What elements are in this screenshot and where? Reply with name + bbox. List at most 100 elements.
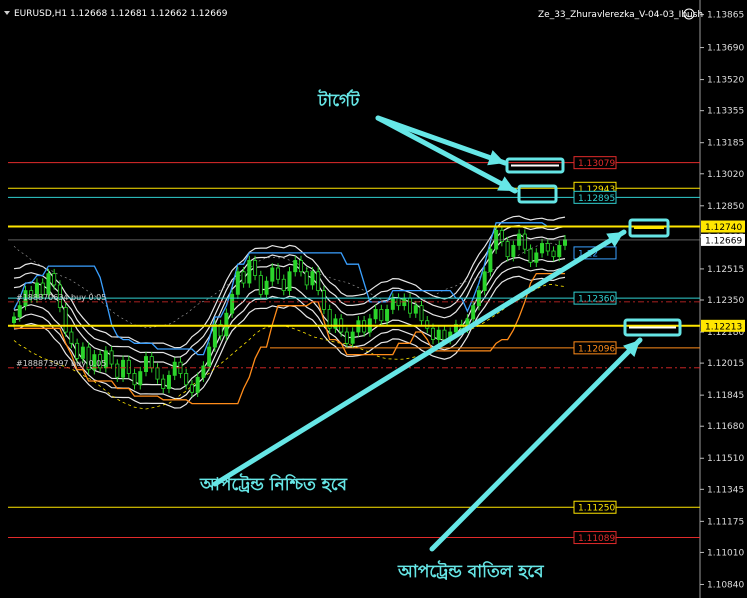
candle[interactable] — [144, 356, 149, 372]
candle[interactable] — [235, 271, 240, 295]
price-chart[interactable]: 1.13865 1.13690 1.13520 1.13355 1.13185 1.130… — [0, 0, 747, 598]
symbol-info: EURUSD,H1 1.12668 1.12681 1.12662 1.1266… — [14, 9, 228, 19]
candle[interactable] — [436, 329, 441, 340]
candle[interactable] — [419, 305, 424, 322]
candle[interactable] — [241, 271, 246, 284]
candle[interactable] — [557, 244, 562, 258]
candle[interactable] — [413, 305, 418, 314]
triangle-down-icon[interactable] — [4, 11, 10, 15]
candle[interactable] — [522, 233, 527, 250]
candle[interactable] — [63, 307, 68, 333]
candle[interactable] — [310, 271, 315, 286]
candle[interactable] — [488, 248, 493, 273]
candle[interactable] — [172, 361, 177, 376]
y-tick-label: 1.11175 — [707, 517, 744, 527]
candle[interactable] — [321, 290, 326, 310]
candle[interactable] — [385, 309, 390, 322]
candle[interactable] — [212, 324, 217, 348]
candle[interactable] — [304, 271, 309, 286]
candle[interactable] — [316, 271, 321, 291]
candle[interactable] — [69, 331, 74, 344]
y-tick-label: 1.11345 — [707, 485, 744, 495]
price-label: 1.11250 — [578, 504, 615, 514]
candle[interactable] — [166, 374, 171, 389]
y-tick-label: 1.13690 — [707, 44, 744, 54]
y-tick-label: 1.10840 — [707, 580, 744, 590]
candle[interactable] — [442, 329, 447, 340]
candle[interactable] — [373, 309, 378, 320]
y-tick-label: 1.13185 — [707, 139, 744, 149]
candle[interactable] — [379, 309, 384, 322]
y-tick-label: 1.12015 — [707, 359, 744, 369]
candle[interactable] — [121, 359, 126, 378]
candle[interactable] — [253, 260, 258, 276]
price-label: 1.12213 — [705, 322, 742, 332]
annotation-uptrend-confirmed: আপট্রেন্ড নিশ্চিত হবে — [199, 473, 349, 495]
candle[interactable] — [540, 243, 545, 254]
candle[interactable] — [287, 271, 292, 291]
candle[interactable] — [17, 305, 22, 318]
indicator-title: Ze_33_Zhuravlerezka_V-04-03_Ibush — [538, 10, 703, 20]
price-label: 1.12895 — [578, 194, 615, 204]
candle[interactable] — [425, 320, 430, 329]
candle[interactable] — [505, 241, 510, 258]
candle[interactable] — [276, 267, 281, 280]
y-tick-label: 1.11010 — [707, 548, 744, 558]
candle[interactable] — [155, 367, 160, 380]
y-tick-label: 1.11510 — [707, 454, 744, 464]
candle[interactable] — [264, 280, 269, 295]
price-label: 1.12096 — [578, 344, 615, 354]
candle[interactable] — [293, 260, 298, 273]
candle[interactable] — [195, 376, 200, 393]
y-tick-label: 1.12515 — [707, 265, 744, 275]
price-label: 1.11089 — [578, 534, 615, 544]
candle[interactable] — [390, 297, 395, 310]
candle[interactable] — [258, 275, 263, 295]
candle[interactable] — [80, 346, 85, 359]
candle[interactable] — [408, 297, 413, 314]
y-tick-label: 1.13355 — [707, 107, 744, 117]
candle[interactable] — [184, 373, 189, 386]
order-label: #188870634 buy 0.05 — [16, 293, 106, 302]
candle[interactable] — [344, 331, 349, 344]
candle[interactable] — [281, 278, 286, 291]
candle[interactable] — [46, 273, 51, 295]
candle[interactable] — [75, 342, 80, 359]
candle[interactable] — [563, 239, 568, 246]
order-label: #188873997 buy 0.05 — [16, 359, 106, 368]
y-tick-label: 1.11845 — [707, 391, 744, 401]
candle[interactable] — [528, 248, 533, 263]
candle[interactable] — [138, 371, 143, 386]
candle[interactable] — [52, 273, 57, 286]
annotation-target: টার্গেট — [317, 89, 360, 111]
candle[interactable] — [534, 252, 539, 263]
y-tick-label: 1.12850 — [707, 202, 744, 212]
candle[interactable] — [161, 378, 166, 389]
chart-window[interactable]: 1.13865 1.13690 1.13520 1.13355 1.13185 1.130… — [0, 0, 747, 598]
candle[interactable] — [471, 305, 476, 320]
candle[interactable] — [545, 243, 550, 252]
candle[interactable] — [270, 267, 275, 282]
candle[interactable] — [115, 363, 120, 378]
price-label: 1.12669 — [705, 236, 742, 246]
candle[interactable] — [298, 260, 303, 273]
candle[interactable] — [482, 271, 487, 291]
candle[interactable] — [189, 384, 194, 393]
candle[interactable] — [109, 350, 114, 365]
candle[interactable] — [149, 356, 154, 369]
candle[interactable] — [551, 250, 556, 258]
candle[interactable] — [230, 293, 235, 314]
candle[interactable] — [126, 359, 131, 374]
candle[interactable] — [207, 346, 212, 367]
candle[interactable] — [430, 327, 435, 340]
candle[interactable] — [333, 318, 338, 329]
annotation-uptrend-cancelled: আপট্রেন্ড বাতিল হবে — [397, 560, 545, 582]
candle[interactable] — [247, 260, 252, 284]
candle[interactable] — [511, 244, 516, 258]
candle[interactable] — [132, 373, 137, 386]
candle[interactable] — [396, 297, 401, 307]
candle[interactable] — [11, 316, 16, 324]
price-label: 1.13079 — [578, 159, 615, 169]
candle[interactable] — [224, 312, 229, 337]
candle[interactable] — [350, 331, 355, 344]
